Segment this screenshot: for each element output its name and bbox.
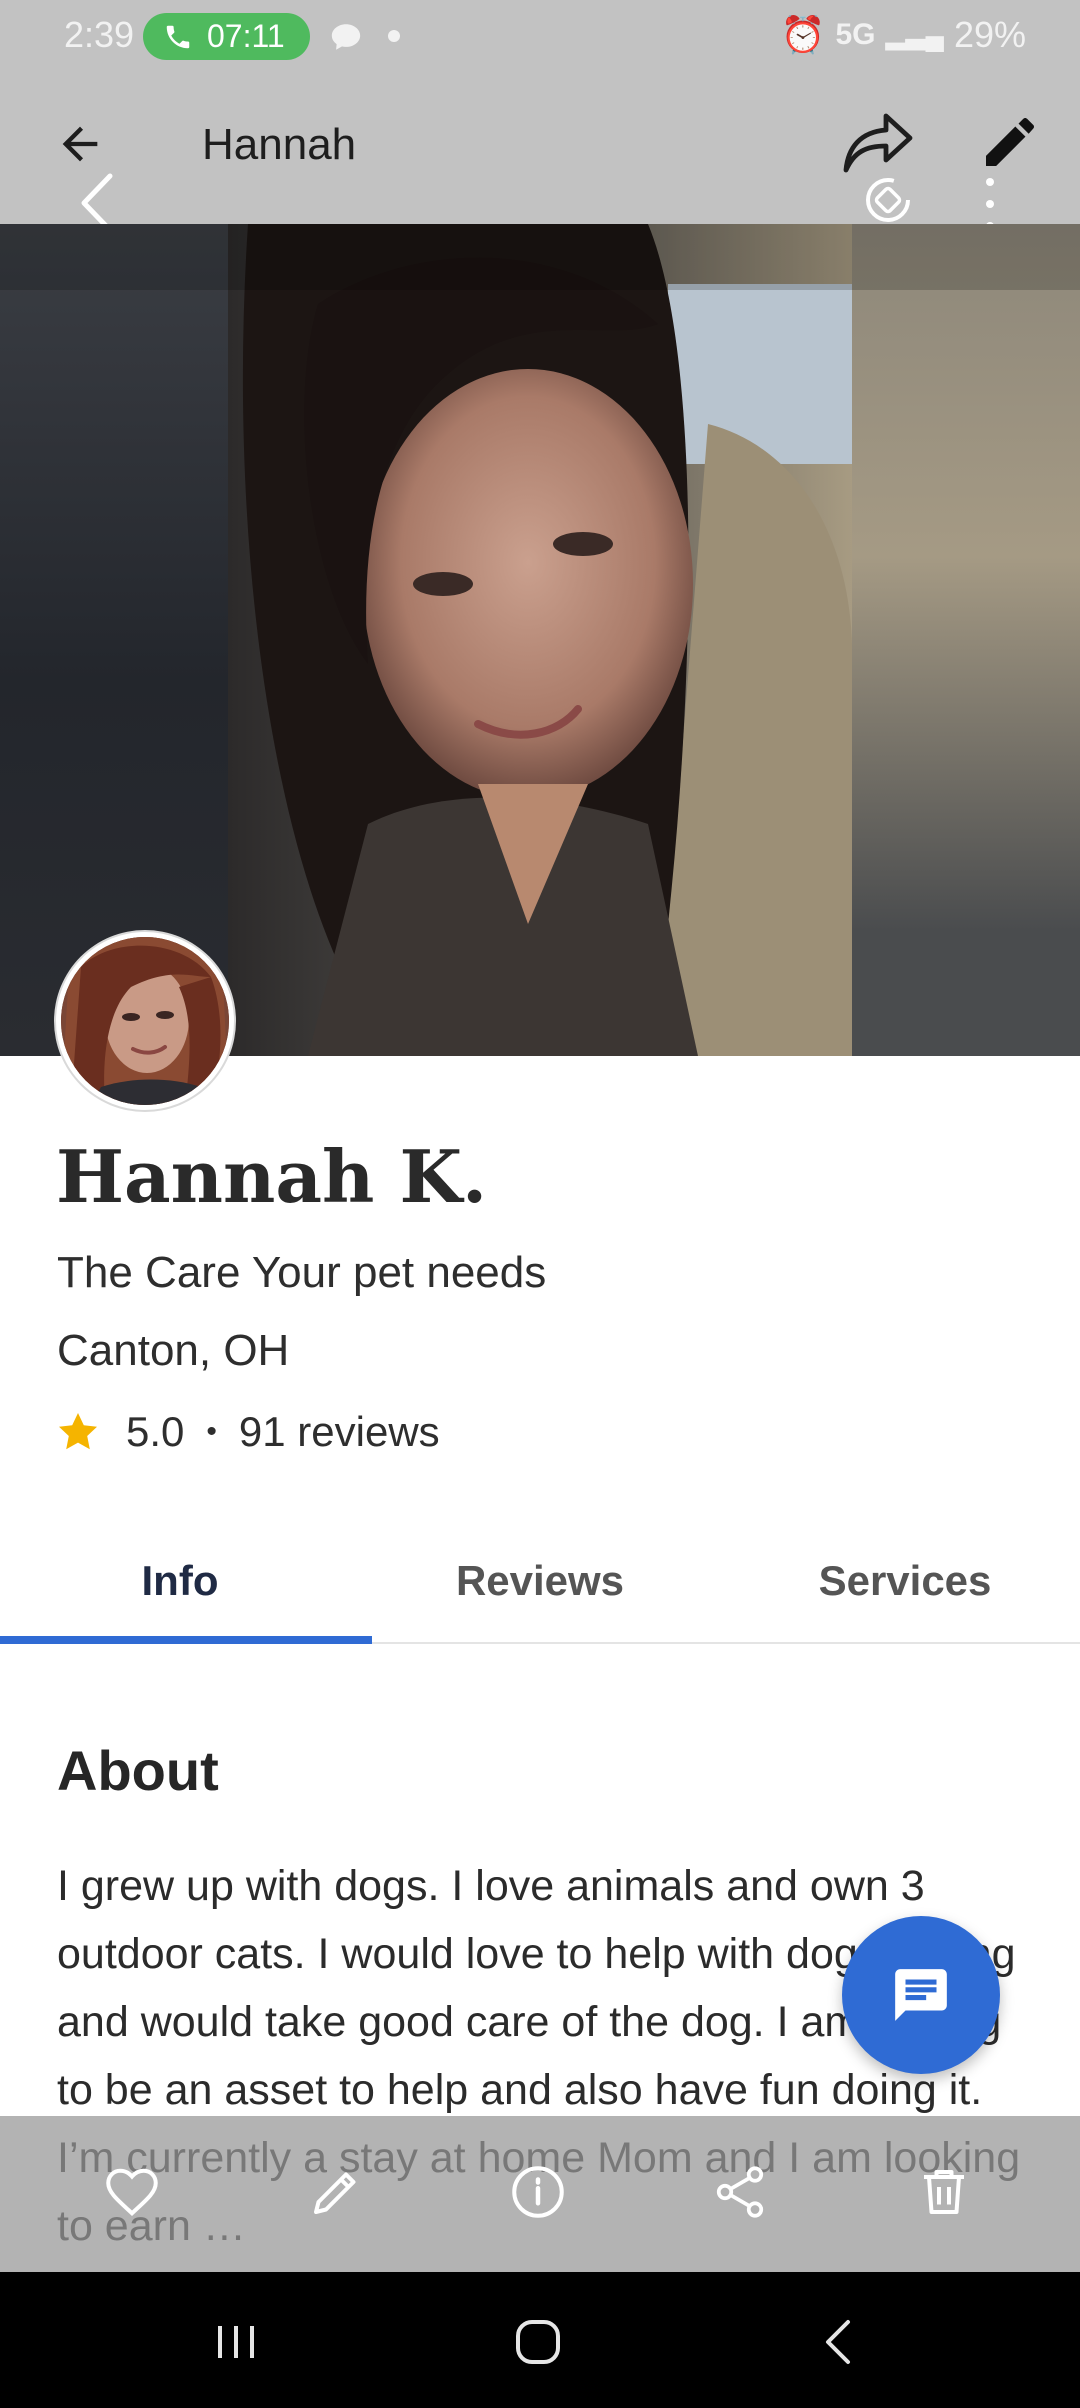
chat-icon — [895, 1969, 947, 2021]
alarm-icon: ⏰ — [780, 14, 826, 55]
profile-tabs: Info Reviews Services — [0, 1520, 1080, 1644]
edit-button[interactable] — [978, 110, 1042, 174]
cover-photo-shade — [0, 224, 1080, 290]
photo-viewer-toolbar — [0, 2116, 1080, 2272]
app-bar-title: Hannah — [202, 120, 357, 169]
cover-photo-blur-right — [852, 224, 1080, 1056]
info-icon[interactable] — [508, 2162, 568, 2222]
nav-back-icon[interactable] — [810, 2314, 870, 2370]
rotate-icon[interactable] — [860, 172, 916, 228]
heart-icon[interactable] — [102, 2162, 162, 2222]
network-type: 5G — [835, 18, 876, 51]
about-heading: About — [57, 1739, 219, 1802]
profile-name: Hannah K. — [56, 1134, 488, 1219]
app-bar: Hannah — [0, 72, 1080, 233]
tab-reviews[interactable]: Reviews — [360, 1520, 720, 1642]
share-button[interactable] — [838, 108, 918, 180]
signal-icon: ▂▃▄ — [885, 19, 944, 50]
back-button[interactable] — [48, 112, 112, 176]
phone-icon — [166, 25, 190, 48]
star-icon — [59, 1413, 97, 1450]
home-icon[interactable] — [508, 2314, 568, 2370]
message-icon — [331, 24, 361, 50]
rating-separator: • — [206, 1415, 217, 1448]
edit-pencil-icon[interactable] — [306, 2162, 366, 2222]
tab-services[interactable]: Services — [720, 1520, 1080, 1642]
avatar-image — [61, 937, 229, 1105]
arrow-left-icon — [62, 126, 98, 162]
tab-info[interactable]: Info — [0, 1520, 372, 1644]
trash-icon[interactable] — [914, 2162, 974, 2222]
share-nodes-icon[interactable] — [710, 2162, 770, 2222]
avatar[interactable] — [56, 932, 234, 1110]
cover-photo — [0, 224, 1080, 1056]
rating-row[interactable]: 5.0 • 91 reviews — [54, 1404, 440, 1460]
cover-photo-blur-left — [0, 224, 228, 1056]
rating-value: 5.0 — [126, 1408, 185, 1455]
recent-apps-icon[interactable] — [206, 2314, 266, 2370]
battery-level: 29% — [953, 14, 1026, 55]
profile-photo — [228, 224, 852, 1056]
message-button[interactable] — [842, 1916, 1000, 2074]
profile-tagline: The Care Your pet needs — [57, 1248, 547, 1297]
ongoing-call-pill[interactable]: 07:11 — [143, 13, 310, 60]
review-count: 91 reviews — [238, 1408, 440, 1455]
status-right: ⏰ 5G ▂▃▄ 29% — [781, 14, 1026, 56]
share-icon — [843, 113, 913, 173]
system-nav-bar — [0, 2272, 1080, 2408]
pencil-icon — [986, 118, 1034, 166]
notification-dot — [388, 30, 400, 42]
call-duration: 07:11 — [207, 18, 285, 54]
status-bar: 2:39 07:11 ⏰ 5G ▂▃▄ 29% — [0, 0, 1080, 72]
status-time: 2:39 — [64, 14, 135, 55]
profile-location: Canton, OH — [57, 1326, 290, 1375]
